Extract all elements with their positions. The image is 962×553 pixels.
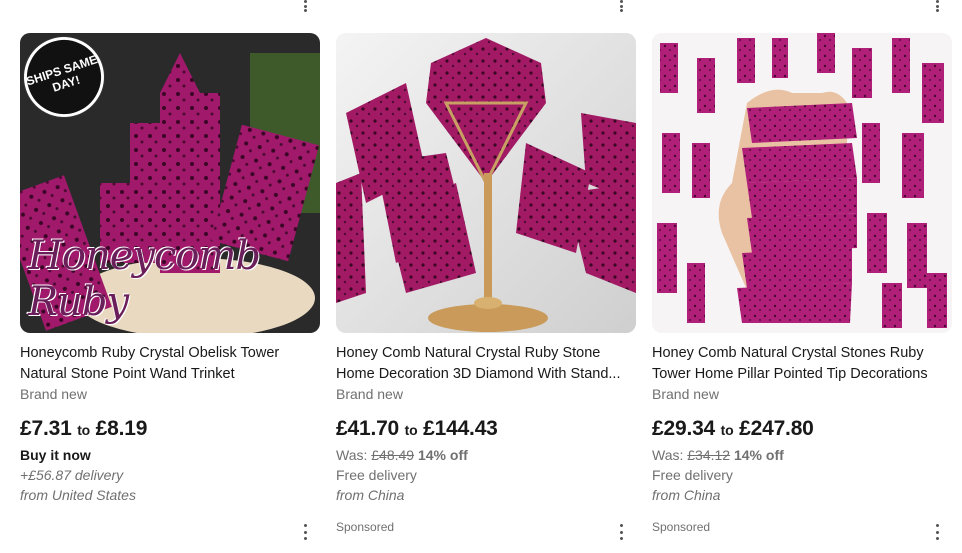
price-low: £7.31 xyxy=(20,417,72,440)
product-title-line: Home Decoration 3D Diamond With Stand... xyxy=(336,366,621,382)
condition-label: Brand new xyxy=(336,386,403,402)
item-location: from China xyxy=(652,487,721,503)
price-range: £7.31 to £8.19 xyxy=(20,417,320,442)
item-location: from United States xyxy=(20,487,136,503)
product-title-line: Natural Stone Point Wand Trinket xyxy=(20,366,235,382)
was-label: Was: xyxy=(652,447,684,463)
discount-label: 14% off xyxy=(417,447,468,463)
was-price: £34.12 xyxy=(687,447,731,463)
product-image[interactable]: SHIPS SAME DAY! Honeycomb Ruby xyxy=(20,33,320,333)
product-title-line: Tower Home Pillar Pointed Tip Decoration… xyxy=(652,366,928,382)
sponsored-label: Sponsored xyxy=(336,520,395,534)
product-title[interactable]: Honeycomb Ruby Crystal Obelisk Tower Nat… xyxy=(20,343,320,385)
product-image[interactable] xyxy=(336,33,636,333)
was-label: Was: xyxy=(336,447,368,463)
image-watermark: Honeycomb Ruby xyxy=(28,233,261,325)
price-low: £41.70 xyxy=(336,417,400,440)
more-options-icon[interactable] xyxy=(299,524,311,540)
condition-label: Brand new xyxy=(652,386,719,402)
product-title[interactable]: Honey Comb Natural Crystal Stones Ruby T… xyxy=(652,343,952,385)
condition-label: Brand new xyxy=(20,386,87,402)
product-title-line: Honey Comb Natural Crystal Stones Ruby xyxy=(652,345,924,361)
crystal-diamond-image xyxy=(336,33,636,333)
more-options-icon[interactable] xyxy=(615,0,627,12)
price-high: £247.80 xyxy=(739,417,814,440)
product-image[interactable] xyxy=(652,33,952,333)
more-options-icon[interactable] xyxy=(931,0,943,12)
was-price: £48.49 xyxy=(371,447,415,463)
was-price-row: Was: £48.49 14% off xyxy=(336,445,636,465)
sponsored-label: Sponsored xyxy=(652,520,711,534)
crystal-towers-image xyxy=(652,33,952,333)
price-range: £29.34 to £247.80 xyxy=(652,417,952,442)
product-title-line: Honey Comb Natural Crystal Ruby Stone xyxy=(336,345,601,361)
product-title[interactable]: Honey Comb Natural Crystal Ruby Stone Ho… xyxy=(336,343,636,385)
buy-format-label: Buy it now xyxy=(20,447,91,463)
price-to: to xyxy=(404,422,418,438)
product-title-line: Honeycomb Ruby Crystal Obelisk Tower xyxy=(20,345,280,361)
more-options-icon[interactable] xyxy=(299,0,311,12)
product-card[interactable]: Honey Comb Natural Crystal Stones Ruby T… xyxy=(652,33,952,553)
price-to: to xyxy=(77,422,91,438)
price-range: £41.70 to £144.43 xyxy=(336,417,636,442)
more-options-icon[interactable] xyxy=(615,524,627,540)
shipping-cost: Free delivery xyxy=(336,467,417,483)
price-high: £144.43 xyxy=(423,417,498,440)
shipping-cost: Free delivery xyxy=(652,467,733,483)
product-card[interactable]: Honey Comb Natural Crystal Ruby Stone Ho… xyxy=(336,33,636,553)
discount-label: 14% off xyxy=(733,447,784,463)
shipping-cost: +£56.87 delivery xyxy=(20,467,124,483)
was-price-row: Was: £34.12 14% off xyxy=(652,445,952,465)
price-low: £29.34 xyxy=(652,417,716,440)
item-location: from China xyxy=(336,487,405,503)
price-high: £8.19 xyxy=(95,417,148,440)
price-to: to xyxy=(720,422,734,438)
more-options-icon[interactable] xyxy=(931,524,943,540)
product-card[interactable]: SHIPS SAME DAY! Honeycomb Ruby Honeycomb… xyxy=(20,33,320,553)
